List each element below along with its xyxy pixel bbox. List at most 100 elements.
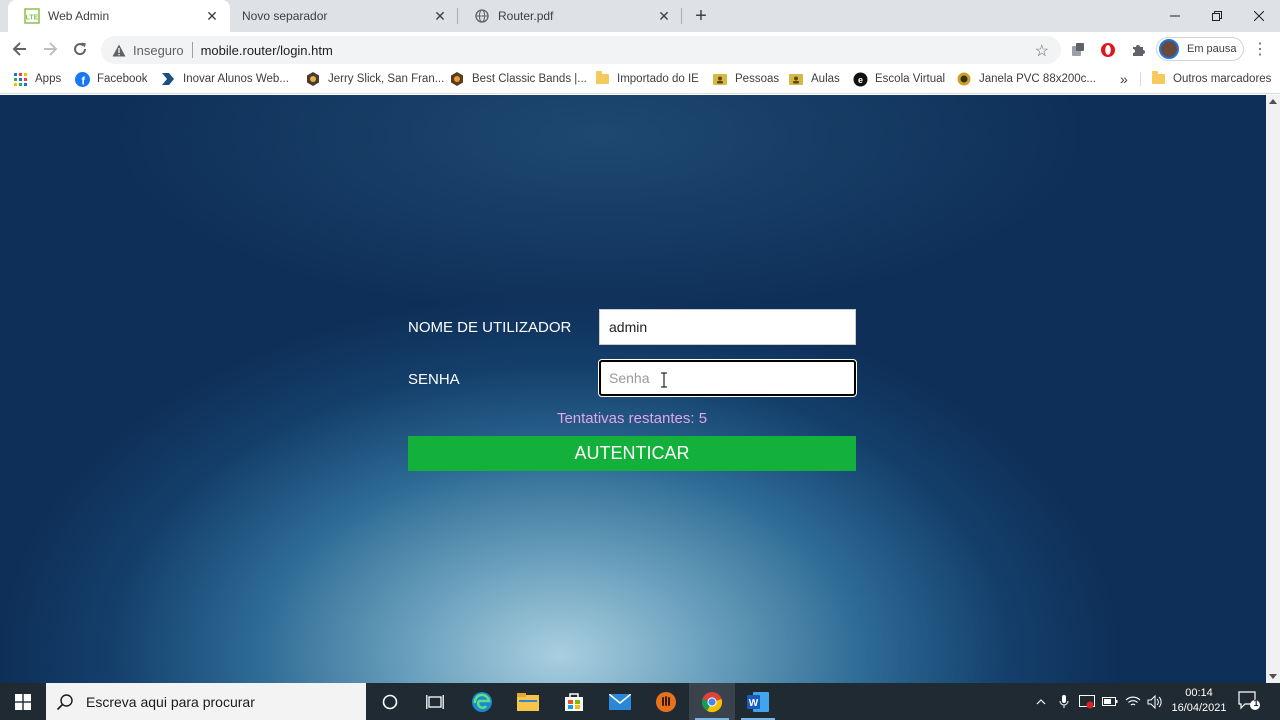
password-label: SENHA (408, 371, 460, 388)
folder-icon (1150, 71, 1166, 87)
tab-title: Router.pdf (498, 9, 554, 23)
windows-taskbar: Escreva aqui para procurar W 00:14 16/04… (0, 683, 1280, 720)
close-tab-icon[interactable]: ✕ (432, 8, 448, 24)
minimize-button[interactable] (1154, 0, 1196, 32)
bookmark-label: Escola Virtual (875, 73, 946, 85)
page-scrollbar[interactable] (1266, 95, 1280, 683)
bookmark-jerry-slick[interactable]: Jerry Slick, San Fran... (305, 66, 444, 92)
forward-button[interactable] (38, 37, 62, 61)
file-explorer-icon (517, 692, 539, 711)
new-tab-button[interactable]: + (690, 5, 712, 27)
security-label[interactable]: Inseguro (133, 43, 184, 58)
bookmarks-overflow-chevron[interactable]: » (1120, 71, 1128, 87)
close-window-button[interactable] (1238, 0, 1280, 32)
taskbar-edge[interactable] (459, 683, 505, 720)
opera-o-icon[interactable] (1098, 40, 1118, 60)
tray-overflow-chevron-icon[interactable] (1032, 683, 1050, 720)
bookmark-aulas[interactable]: Aulas (788, 66, 840, 92)
start-button[interactable] (0, 683, 46, 720)
site-icon (449, 71, 465, 87)
more-menu-icon[interactable]: ⋮ (1252, 40, 1268, 60)
apps-grid-icon (12, 71, 28, 87)
authenticate-button[interactable]: AUTENTICAR (408, 436, 856, 471)
password-input[interactable] (599, 360, 856, 396)
shared-folder-icon (712, 71, 728, 87)
scroll-down-arrow-icon[interactable] (1269, 674, 1277, 679)
profile-status-label: Em pausa (1187, 43, 1237, 55)
store-bag-icon (565, 692, 583, 711)
wifi-icon[interactable] (1123, 683, 1143, 720)
volume-icon[interactable] (1145, 683, 1165, 720)
bookmark-label: Pessoas (735, 73, 780, 85)
profile-button[interactable]: Em pausa (1156, 37, 1244, 61)
username-label: NOME DE UTILIZADOR (408, 319, 572, 336)
bookmark-label: Inovar Alunos Web... (183, 73, 289, 85)
taskbar-search-box[interactable]: Escreva aqui para procurar (46, 683, 366, 720)
attempts-remaining-text: Tentativas restantes: 5 (556, 410, 708, 427)
bookmark-pessoas[interactable]: Pessoas (712, 66, 779, 92)
username-input[interactable] (599, 309, 856, 345)
avatar (1159, 39, 1179, 59)
tab-web-admin[interactable]: LTE Web Admin ✕ (8, 0, 230, 32)
cortana-button[interactable] (367, 683, 413, 720)
taskbar-clock[interactable]: 00:14 16/04/2021 (1168, 686, 1230, 716)
close-tab-icon[interactable]: ✕ (656, 8, 672, 24)
tab-separator (681, 8, 682, 24)
close-tab-icon[interactable]: ✕ (204, 8, 220, 24)
extension-puzzle-grey-icon[interactable] (1068, 40, 1088, 60)
tab-novo-separador[interactable]: Novo separador ✕ (230, 0, 458, 32)
reload-icon (74, 42, 87, 56)
notification-count: 1 (1253, 698, 1259, 708)
screen-capture-icon[interactable] (1077, 683, 1097, 720)
inovar-icon (160, 71, 176, 87)
bookmark-facebook[interactable]: f Facebook (74, 66, 148, 92)
taskbar-store[interactable] (551, 683, 597, 720)
taskbar-app-orange[interactable] (643, 683, 689, 720)
svg-text:LTE: LTE (26, 15, 39, 22)
tab-title: Novo separador (242, 9, 328, 23)
edge-icon (472, 691, 492, 712)
url-text[interactable]: mobile.router/login.htm (201, 43, 333, 58)
extensions-puzzle-icon[interactable] (1128, 40, 1148, 60)
text-cursor-icon (661, 372, 667, 388)
taskbar-word[interactable]: W (735, 683, 781, 720)
tab-router-pdf[interactable]: Router.pdf ✕ (458, 0, 682, 32)
notification-center-button[interactable]: 1 (1238, 691, 1262, 713)
chrome-icon (701, 691, 723, 712)
scroll-up-arrow-icon[interactable] (1269, 99, 1277, 104)
facebook-icon: f (74, 71, 90, 87)
cortana-circle-icon (382, 694, 398, 709)
shared-folder-icon (788, 71, 804, 87)
taskbar-mail[interactable] (597, 683, 643, 720)
address-divider (191, 42, 193, 58)
maximize-button[interactable] (1196, 0, 1238, 32)
taskbar-file-explorer[interactable] (505, 683, 551, 720)
bookmark-best-classic-bands[interactable]: Best Classic Bands |... (449, 66, 587, 92)
address-bar[interactable]: Inseguro mobile.router/login.htm ☆ (101, 36, 1061, 64)
taskbar-chrome[interactable] (689, 683, 735, 720)
bookmark-other[interactable]: Outros marcadores (1150, 66, 1271, 92)
site-icon: e (852, 71, 868, 87)
login-page: NOME DE UTILIZADOR SENHA Tentativas rest… (0, 95, 1266, 683)
battery-icon[interactable] (1100, 683, 1120, 720)
task-view-button[interactable] (412, 683, 458, 720)
bookmark-importado-do-ie[interactable]: Importado do IE (594, 66, 699, 92)
reload-button[interactable] (68, 37, 92, 61)
bookmark-escola-virtual[interactable]: e Escola Virtual (852, 66, 945, 92)
bookmark-label: Aulas (811, 73, 840, 85)
forward-arrow-icon (44, 42, 58, 56)
bookmark-janela-pvc[interactable]: Janela PVC 88x200c... (956, 66, 1096, 92)
bookmark-star-icon[interactable]: ☆ (1035, 41, 1049, 61)
svg-text:f: f (81, 75, 85, 87)
tab-strip: LTE Web Admin ✕ Novo separador ✕ Router.… (0, 0, 1280, 32)
back-button[interactable] (8, 37, 32, 61)
bookmark-apps[interactable]: Apps (12, 66, 61, 92)
bookmark-inovar[interactable]: Inovar Alunos Web... (160, 66, 289, 92)
hand-app-icon (656, 691, 676, 712)
clock-date: 16/04/2021 (1171, 702, 1227, 714)
bookmark-label: Importado do IE (617, 73, 699, 85)
warning-icon (111, 42, 127, 58)
bookmark-label: Facebook (97, 73, 148, 85)
microphone-icon[interactable] (1055, 683, 1073, 720)
mail-icon (609, 693, 631, 710)
